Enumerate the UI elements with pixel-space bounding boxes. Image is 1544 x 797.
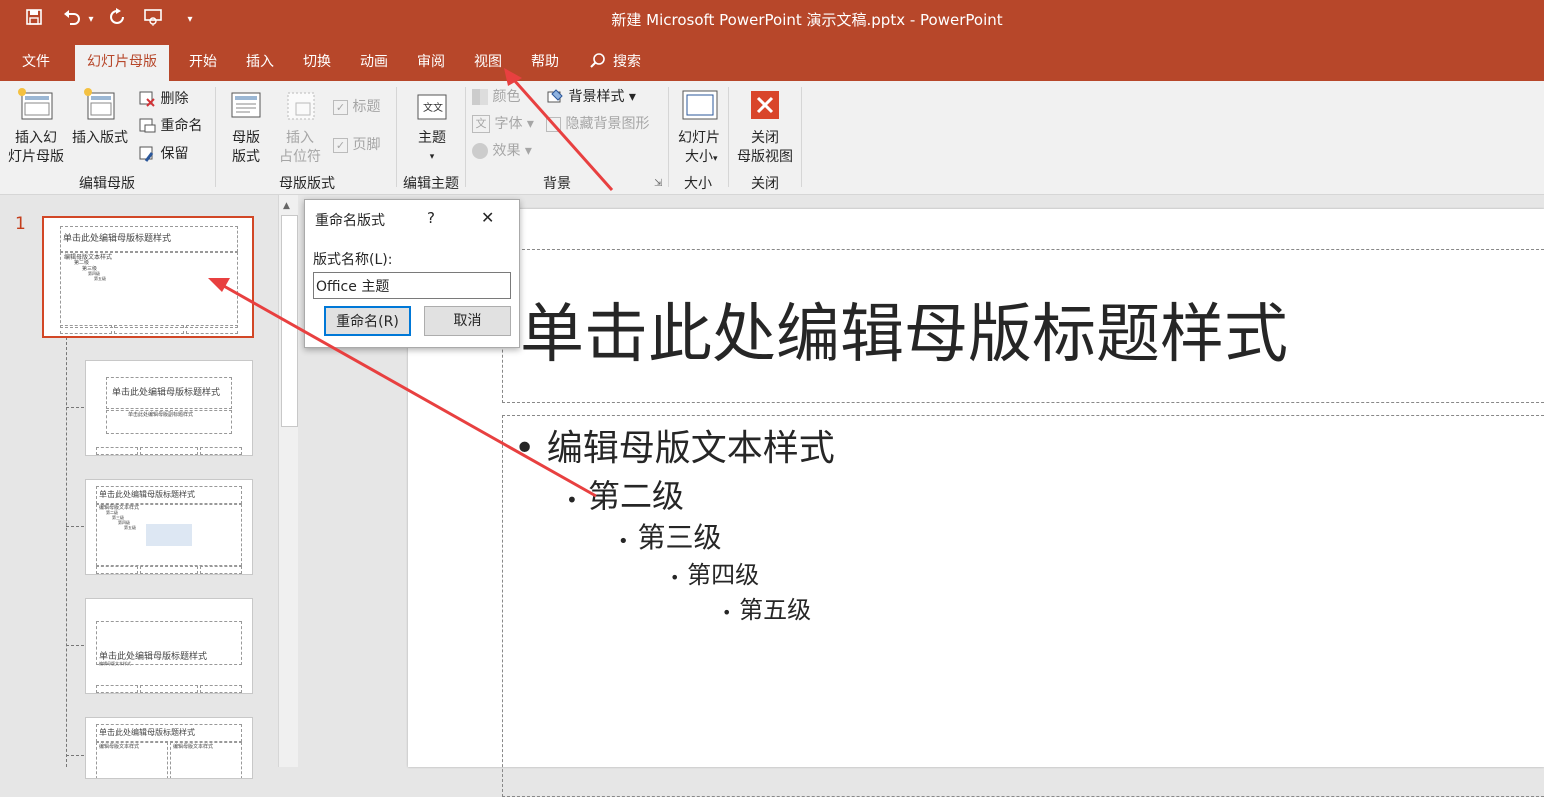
arrow-to-view-tab [512,79,614,191]
arrow-head [504,68,522,86]
arrow-head [208,278,230,292]
arrow-to-thumbnail [221,283,597,498]
annotation-arrows [208,68,614,498]
